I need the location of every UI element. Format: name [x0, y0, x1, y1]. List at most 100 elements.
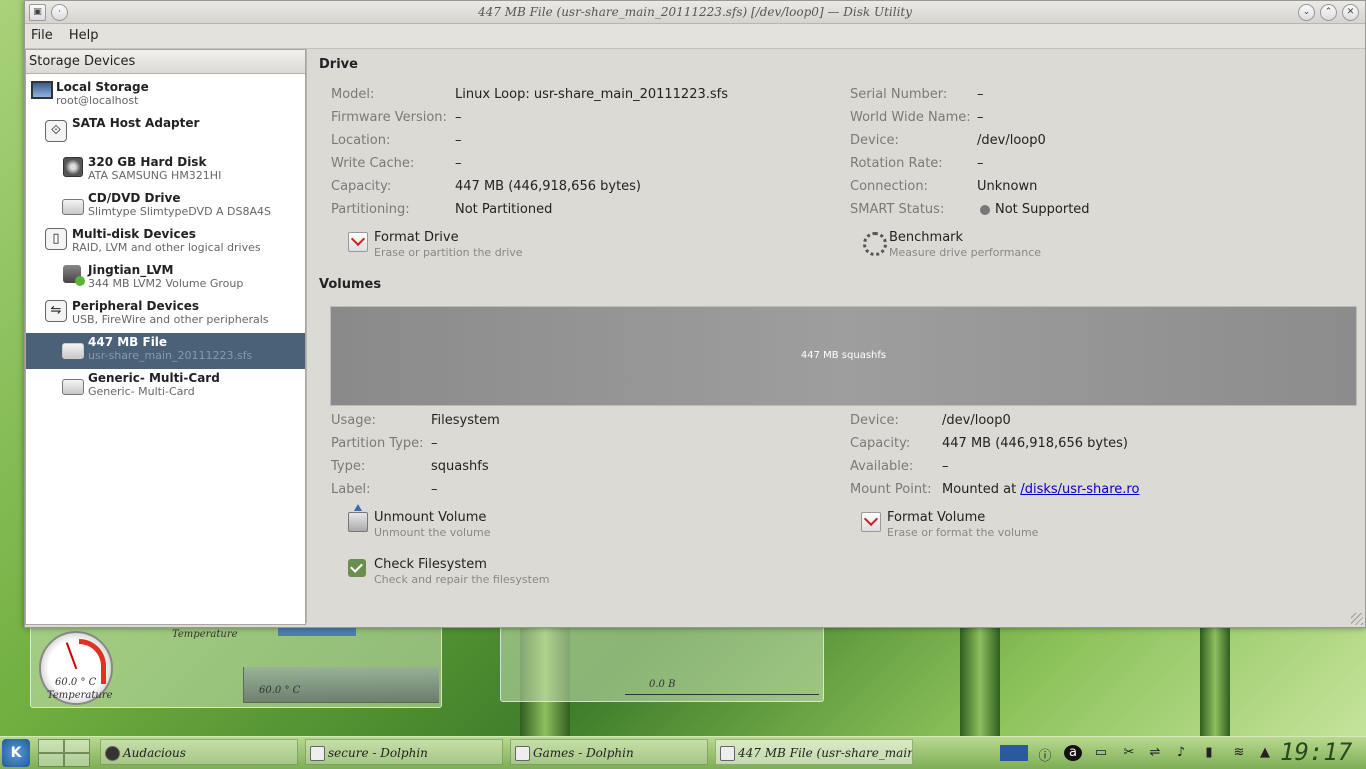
benchmark-icon [863, 232, 887, 256]
desktop-pager[interactable] [38, 739, 90, 767]
drive-heading: Drive [319, 57, 358, 72]
drive-label: Partitioning: [331, 202, 410, 217]
unmount-description: Unmount the volume [374, 526, 491, 539]
sidebar-item-sata-adapter[interactable]: ⟐ SATA Host Adapter [26, 114, 305, 150]
volume-value: – [431, 482, 438, 497]
sidebar-item-cd-dvd[interactable]: CD/DVD Drive Slimtype SlimtypeDVD A DS8A… [26, 189, 305, 225]
device-title: Peripheral Devices [72, 299, 199, 313]
gauge-needle [65, 642, 78, 670]
pager-desktop[interactable] [38, 739, 64, 753]
sidebar-item-peripheral[interactable]: ⇋ Peripheral Devices USB, FireWire and o… [26, 297, 305, 333]
format-volume-icon [861, 512, 881, 532]
dolphin-icon [310, 746, 325, 761]
pager-desktop[interactable] [64, 739, 90, 753]
memory-value: 0.0 B [649, 679, 676, 690]
maximize-icon[interactable]: ⌃ [1320, 4, 1337, 21]
format-volume-button[interactable]: Format Volume Erase or format the volume [861, 510, 1061, 544]
display-icon[interactable] [1000, 745, 1028, 761]
drive-label: SMART Status: [850, 202, 945, 217]
task-dolphin-games[interactable]: Games - Dolphin [510, 739, 708, 765]
info-icon[interactable]: ⓘ [1036, 745, 1054, 764]
task-dolphin-secure[interactable]: secure - Dolphin [305, 739, 503, 765]
resize-grip[interactable] [1351, 613, 1363, 625]
drive-label: Location: [331, 133, 391, 148]
device-subtitle: USB, FireWire and other peripherals [72, 313, 269, 326]
unmount-volume-button[interactable]: Unmount Volume Unmount the volume [348, 504, 548, 544]
disk-utility-window[interactable]: ▣ · 447 MB File (usr-share_main_20111223… [24, 0, 1366, 628]
sidebar-item-multidisk[interactable]: ▯ Multi-disk Devices RAID, LVM and other… [26, 225, 305, 261]
volume-value: /dev/loop0 [942, 413, 1011, 428]
drive-value: /dev/loop0 [977, 133, 1046, 148]
drive-label: Capacity: [331, 179, 392, 194]
mount-point-link[interactable]: /disks/usr-share.ro [1020, 482, 1139, 497]
sidebar-item-hard-disk[interactable]: 320 GB Hard Disk ATA SAMSUNG HM321HI [26, 153, 305, 189]
volume-label: Partition Type: [331, 436, 424, 451]
memory-widget[interactable]: 0.0 B [500, 626, 824, 702]
sidebar-item-lvm[interactable]: Jingtian_LVM 344 MB LVM2 Volume Group [26, 261, 305, 297]
check-filesystem-icon [348, 559, 366, 577]
memory-baseline [625, 694, 819, 695]
multidisk-icon: ▯ [45, 228, 67, 250]
lvm-icon [63, 265, 85, 286]
minimize-icon[interactable]: ⌄ [1298, 4, 1315, 21]
sata-adapter-icon: ⟐ [45, 120, 67, 142]
mount-point-value: Mounted at /disks/usr-share.ro [942, 482, 1139, 497]
format-volume-description: Erase or format the volume [887, 526, 1039, 539]
details-panel: Drive Model: Linux Loop: usr-share_main_… [311, 49, 1361, 623]
format-drive-button[interactable]: Format Drive Erase or partition the driv… [348, 230, 548, 264]
device-subtitle: RAID, LVM and other logical drives [72, 241, 261, 254]
benchmark-button[interactable]: Benchmark Measure drive performance [863, 230, 1063, 264]
audacious-tray-icon[interactable]: a [1064, 745, 1082, 761]
drive-label: Rotation Rate: [850, 156, 943, 171]
pager-desktop[interactable] [38, 753, 64, 767]
task-audacious[interactable]: Audacious [100, 739, 298, 765]
check-filesystem-button[interactable]: Check Filesystem Check and repair the fi… [348, 557, 568, 591]
volume-label: Capacity: [850, 436, 911, 451]
lvm-badge-icon [75, 276, 85, 286]
menu-help[interactable]: Help [63, 24, 105, 47]
wallpaper-bamboo [960, 620, 1000, 740]
drive-label: Firmware Version: [331, 110, 447, 125]
sidebar-header[interactable]: Storage Devices [26, 50, 305, 74]
tray-expand-icon[interactable]: ▲ [1256, 745, 1274, 761]
clipboard-icon[interactable]: ✂ [1120, 745, 1138, 761]
drive-value: Not Partitioned [455, 202, 553, 217]
temperature-widget[interactable]: 60.0 ° C Temperature Temperature 60.0 ° … [30, 626, 442, 708]
volume-bar[interactable]: 447 MB squashfs [330, 306, 1357, 406]
drive-value: – [977, 156, 984, 171]
clock[interactable]: 19:17 [1280, 738, 1352, 766]
card-reader-icon [62, 379, 84, 395]
gauge-value: 60.0 ° C [55, 677, 97, 688]
device-subtitle: ATA SAMSUNG HM321HI [88, 169, 222, 182]
device-title: SATA Host Adapter [72, 116, 200, 130]
task-disk-utility[interactable]: 447 MB File (usr-share_main [715, 739, 913, 765]
menu-file[interactable]: File [25, 24, 59, 47]
close-icon[interactable]: ✕ [1342, 4, 1359, 21]
check-filesystem-label: Check Filesystem [374, 557, 487, 572]
sidebar-item-447mb-file[interactable]: 447 MB File usr-share_main_20111223.sfs [26, 333, 305, 369]
device-subtitle: 344 MB LVM2 Volume Group [88, 277, 244, 290]
wifi-icon[interactable]: ≋ [1230, 745, 1248, 761]
volume-value: 447 MB (446,918,656 bytes) [942, 436, 1129, 451]
drive-value: – [977, 110, 984, 125]
network-icon[interactable]: ⇌ [1146, 745, 1164, 761]
battery-icon[interactable]: ▮ [1200, 745, 1218, 761]
titlebar[interactable]: ▣ · 447 MB File (usr-share_main_20111223… [25, 1, 1365, 24]
mount-point-prefix: Mounted at [942, 482, 1017, 497]
device-title: Jingtian_LVM [88, 263, 174, 277]
device-subtitle: usr-share_main_20111223.sfs [88, 349, 253, 362]
pager-desktop[interactable] [64, 753, 90, 767]
gauge-label: Temperature [47, 690, 113, 701]
task-label: 447 MB File (usr-share_main [738, 746, 913, 760]
sidebar-item-multi-card[interactable]: Generic- Multi-Card Generic- Multi-Card [26, 369, 305, 405]
volume-icon[interactable]: ♪ [1172, 745, 1190, 761]
kde-menu-icon[interactable]: K [2, 739, 30, 767]
device-title: Local Storage [56, 80, 149, 94]
drive-label: Device: [850, 133, 899, 148]
volume-label: Label: [331, 482, 371, 497]
unmount-label: Unmount Volume [374, 510, 487, 525]
volume-bar-label: 447 MB squashfs [800, 350, 887, 361]
drive-tray-icon[interactable]: ▭ [1092, 745, 1110, 761]
volume-label: Device: [850, 413, 899, 428]
sidebar-item-local-storage[interactable]: Local Storage root@localhost [26, 78, 305, 114]
